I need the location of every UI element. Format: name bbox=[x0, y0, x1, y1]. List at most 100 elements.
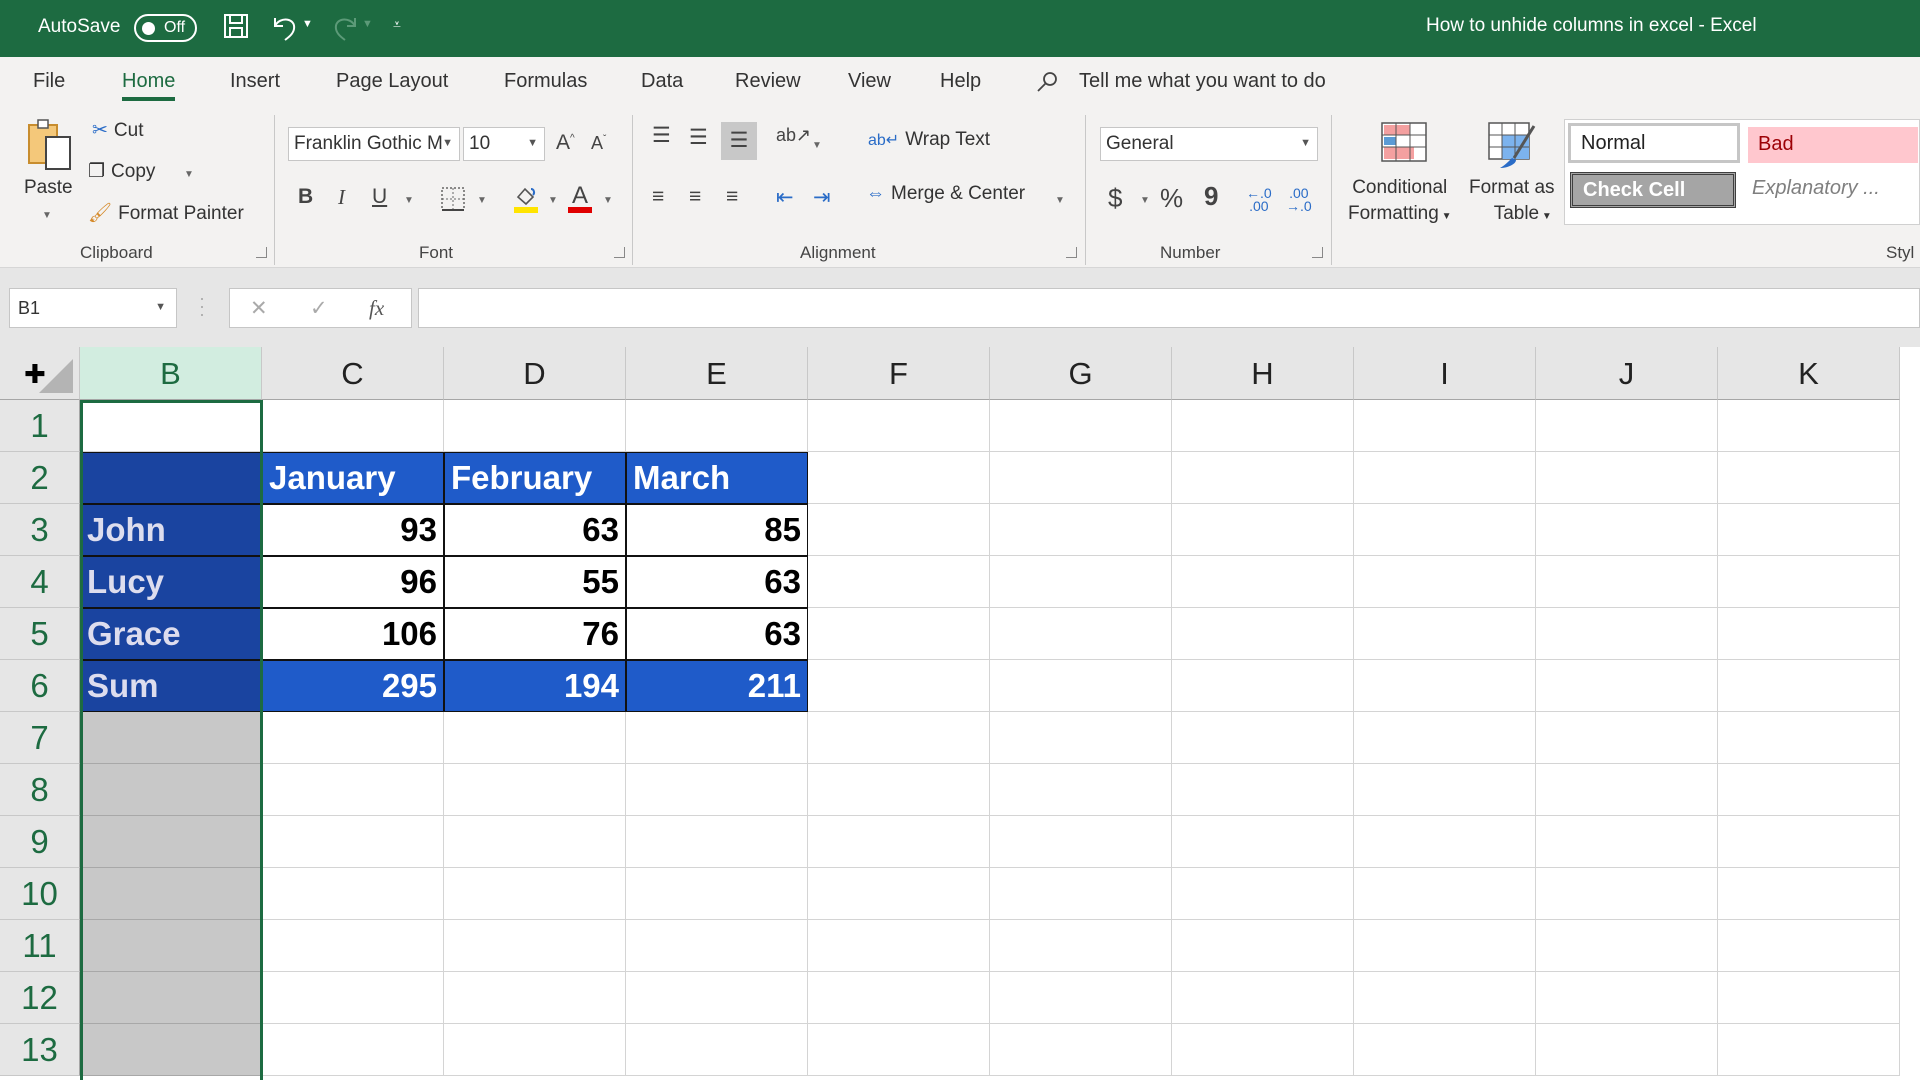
merge-dropdown-icon[interactable]: ▼ bbox=[1055, 195, 1065, 206]
save-icon[interactable] bbox=[222, 12, 250, 46]
cell-i12[interactable] bbox=[1354, 972, 1536, 1024]
cell-h11[interactable] bbox=[1172, 920, 1354, 972]
column-header-f[interactable]: F bbox=[808, 347, 990, 400]
cell-j9[interactable] bbox=[1536, 816, 1718, 868]
cell-j12[interactable] bbox=[1536, 972, 1718, 1024]
cell-k11[interactable] bbox=[1718, 920, 1900, 972]
cell-e13[interactable] bbox=[626, 1024, 808, 1076]
cell-c7[interactable] bbox=[262, 712, 444, 764]
copy-dropdown-icon[interactable]: ▼ bbox=[184, 169, 194, 180]
insert-function-icon[interactable]: fx bbox=[369, 296, 384, 321]
cell-d1[interactable] bbox=[444, 400, 626, 452]
drag-handle-icon[interactable]: · · · bbox=[199, 289, 205, 323]
cell-k2[interactable] bbox=[1718, 452, 1900, 504]
cell-h7[interactable] bbox=[1172, 712, 1354, 764]
table-header-cell[interactable]: February bbox=[444, 452, 626, 504]
font-color-icon[interactable]: A bbox=[566, 181, 594, 220]
orientation-dropdown-icon[interactable]: ▼ bbox=[812, 140, 822, 151]
cell-d11[interactable] bbox=[444, 920, 626, 972]
cell-c8[interactable] bbox=[262, 764, 444, 816]
cell-f7[interactable] bbox=[808, 712, 990, 764]
cell-f6[interactable] bbox=[808, 660, 990, 712]
cell-f2[interactable] bbox=[808, 452, 990, 504]
cell-h5[interactable] bbox=[1172, 608, 1354, 660]
top-align-icon[interactable]: ☰ bbox=[652, 123, 671, 148]
conditional-formatting-icon[interactable] bbox=[1381, 122, 1427, 167]
cell-g5[interactable] bbox=[990, 608, 1172, 660]
increase-indent-icon[interactable]: ⇥ bbox=[813, 185, 831, 210]
cell-g12[interactable] bbox=[990, 972, 1172, 1024]
conditional-formatting-button[interactable]: Conditional Formatting ▼ bbox=[1348, 175, 1452, 230]
row-header-11[interactable]: 11 bbox=[0, 920, 80, 972]
row-header-9[interactable]: 9 bbox=[0, 816, 80, 868]
cell-b1[interactable] bbox=[80, 400, 262, 452]
column-header-k[interactable]: K bbox=[1718, 347, 1900, 400]
cell-k5[interactable] bbox=[1718, 608, 1900, 660]
row-header-1[interactable]: 1 bbox=[0, 400, 80, 452]
table-value-cell[interactable]: 106 bbox=[262, 608, 444, 660]
cell-e8[interactable] bbox=[626, 764, 808, 816]
row-header-3[interactable]: 3 bbox=[0, 504, 80, 556]
number-launcher-icon[interactable] bbox=[1312, 247, 1323, 258]
cell-d8[interactable] bbox=[444, 764, 626, 816]
table-value-cell[interactable]: 55 bbox=[444, 556, 626, 608]
decrease-decimal-icon[interactable]: .00 →.0 bbox=[1286, 186, 1312, 213]
row-header-8[interactable]: 8 bbox=[0, 764, 80, 816]
cell-f10[interactable] bbox=[808, 868, 990, 920]
cell-i6[interactable] bbox=[1354, 660, 1536, 712]
row-header-4[interactable]: 4 bbox=[0, 556, 80, 608]
cell-j4[interactable] bbox=[1536, 556, 1718, 608]
cell-i4[interactable] bbox=[1354, 556, 1536, 608]
cell-h2[interactable] bbox=[1172, 452, 1354, 504]
cell-d12[interactable] bbox=[444, 972, 626, 1024]
fill-color-dropdown-icon[interactable]: ▼ bbox=[548, 195, 558, 206]
cell-j13[interactable] bbox=[1536, 1024, 1718, 1076]
cell-d10[interactable] bbox=[444, 868, 626, 920]
cell-e7[interactable] bbox=[626, 712, 808, 764]
italic-button[interactable]: I bbox=[338, 185, 345, 210]
fill-color-icon[interactable] bbox=[512, 183, 540, 220]
cell-h4[interactable] bbox=[1172, 556, 1354, 608]
style-bad[interactable]: Bad bbox=[1748, 127, 1918, 163]
wrap-text-button[interactable]: ab↵ Wrap Text bbox=[868, 129, 990, 151]
cell-c11[interactable] bbox=[262, 920, 444, 972]
underline-dropdown-icon[interactable]: ▼ bbox=[404, 195, 414, 206]
row-header-13[interactable]: 13 bbox=[0, 1024, 80, 1076]
cell-j6[interactable] bbox=[1536, 660, 1718, 712]
cut-button[interactable]: ✂ Cut bbox=[92, 119, 144, 142]
cell-j1[interactable] bbox=[1536, 400, 1718, 452]
column-header-e[interactable]: E bbox=[626, 347, 808, 400]
table-value-cell[interactable]: 76 bbox=[444, 608, 626, 660]
cell-i13[interactable] bbox=[1354, 1024, 1536, 1076]
cell-e11[interactable] bbox=[626, 920, 808, 972]
tab-help[interactable]: Help bbox=[940, 70, 981, 93]
autosave-toggle[interactable]: Off bbox=[134, 14, 197, 42]
cell-b10[interactable] bbox=[80, 868, 262, 920]
cell-b12[interactable] bbox=[80, 972, 262, 1024]
sum-value-cell[interactable]: 211 bbox=[626, 660, 808, 712]
table-value-cell[interactable]: 63 bbox=[626, 608, 808, 660]
row-header-10[interactable]: 10 bbox=[0, 868, 80, 920]
cell-g2[interactable] bbox=[990, 452, 1172, 504]
cell-j3[interactable] bbox=[1536, 504, 1718, 556]
increase-font-size-icon[interactable]: A^ bbox=[556, 131, 575, 155]
cell-b11[interactable] bbox=[80, 920, 262, 972]
cell-c12[interactable] bbox=[262, 972, 444, 1024]
borders-dropdown-icon[interactable]: ▼ bbox=[477, 195, 487, 206]
comma-style-button[interactable]: 9 bbox=[1204, 181, 1218, 212]
select-all-button[interactable]: ✚ bbox=[0, 347, 80, 400]
cell-g9[interactable] bbox=[990, 816, 1172, 868]
tab-file[interactable]: File bbox=[33, 70, 65, 93]
style-explanatory[interactable]: Explanatory ... bbox=[1742, 171, 1918, 211]
cell-h3[interactable] bbox=[1172, 504, 1354, 556]
font-name-select[interactable]: Franklin Gothic M ▼ bbox=[288, 127, 460, 161]
table-row-label[interactable]: Lucy bbox=[80, 556, 262, 608]
row-header-2[interactable]: 2 bbox=[0, 452, 80, 504]
alignment-launcher-icon[interactable] bbox=[1066, 247, 1077, 258]
cell-d9[interactable] bbox=[444, 816, 626, 868]
cell-h13[interactable] bbox=[1172, 1024, 1354, 1076]
cell-c1[interactable] bbox=[262, 400, 444, 452]
row-header-7[interactable]: 7 bbox=[0, 712, 80, 764]
cell-h9[interactable] bbox=[1172, 816, 1354, 868]
cell-k9[interactable] bbox=[1718, 816, 1900, 868]
